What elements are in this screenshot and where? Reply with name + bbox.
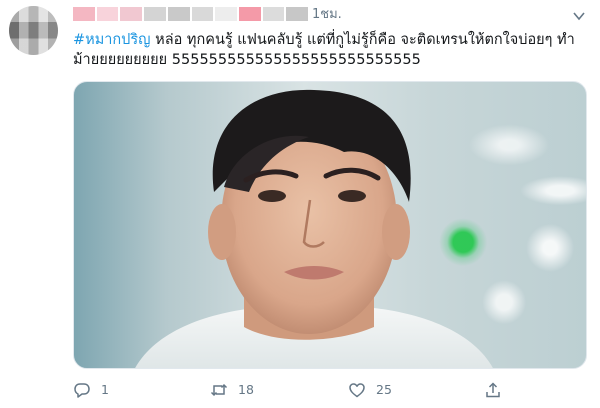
tweet-actions: 1 18 25 bbox=[73, 378, 588, 402]
tweet-photo[interactable] bbox=[73, 81, 587, 369]
retweet-count: 18 bbox=[238, 382, 254, 397]
name-blur-block bbox=[215, 7, 237, 21]
heart-icon bbox=[349, 383, 365, 398]
name-blur-block bbox=[167, 7, 190, 21]
tweet-card[interactable]: 1ชม. #หมากปริญ หล่อ ทุกคนรู้ แฟนคลับรู้ … bbox=[0, 0, 600, 408]
avatar[interactable] bbox=[9, 6, 58, 55]
share-icon bbox=[486, 382, 500, 398]
retweet-icon bbox=[210, 383, 228, 397]
like-count: 25 bbox=[376, 382, 392, 397]
chevron-down-icon[interactable] bbox=[572, 9, 586, 23]
retweet-button[interactable]: 18 bbox=[210, 378, 254, 402]
like-button[interactable]: 25 bbox=[348, 378, 392, 402]
author-name-blurred[interactable] bbox=[73, 7, 309, 21]
name-blur-block bbox=[73, 7, 95, 21]
tweet-text: #หมากปริญ หล่อ ทุกคนรู้ แฟนคลับรู้ แต่ที… bbox=[73, 30, 588, 70]
reply-count: 1 bbox=[101, 382, 109, 397]
name-blur-block bbox=[238, 7, 261, 21]
name-blur-block bbox=[96, 7, 119, 21]
portrait-photo bbox=[135, 89, 493, 368]
name-blur-block bbox=[262, 7, 285, 21]
name-blur-block bbox=[144, 7, 166, 21]
name-blur-block bbox=[286, 7, 309, 21]
tweet-timestamp[interactable]: 1ชม. bbox=[312, 7, 342, 23]
share-button[interactable] bbox=[484, 378, 502, 402]
reply-icon bbox=[74, 383, 90, 398]
tweet-text-line2: ม้ายยยยยยยยย 555555555555555555555555555 bbox=[73, 52, 421, 68]
hashtag-link[interactable]: #หมากปริญ bbox=[73, 32, 151, 48]
tweet-text-line1: หล่อ ทุกคนรู้ แฟนคลับรู้ แต่ที่กูไม่รู้ก… bbox=[150, 32, 575, 48]
name-blur-block bbox=[191, 7, 214, 21]
reply-button[interactable]: 1 bbox=[73, 378, 109, 402]
name-blur-block bbox=[120, 7, 143, 21]
